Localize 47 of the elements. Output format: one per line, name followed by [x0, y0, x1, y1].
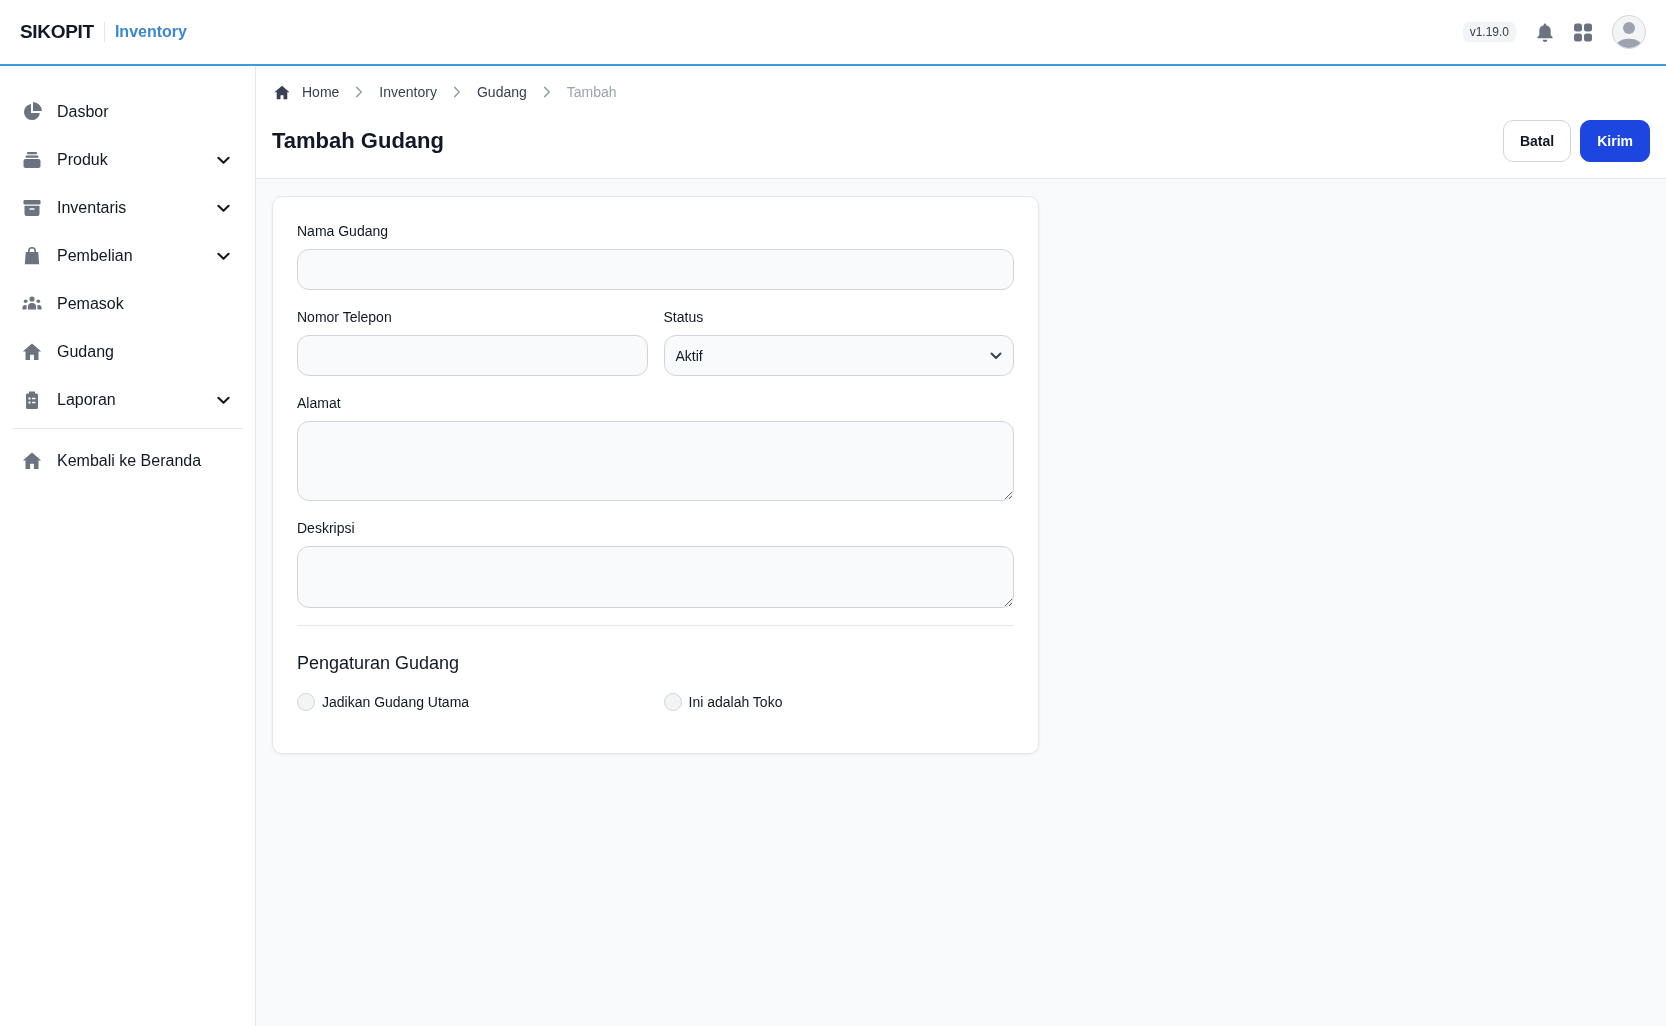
- field-label: Nama Gudang: [297, 222, 389, 241]
- stack-icon: [22, 150, 42, 170]
- breadcrumb-current-page: Tambah: [566, 84, 617, 100]
- chevron-down-icon: [990, 351, 1002, 360]
- bell-icon[interactable]: [1536, 22, 1554, 42]
- status-select[interactable]: Aktif: [663, 335, 1014, 376]
- page-title: Tambah Gudang: [272, 128, 444, 154]
- chevron-right-icon: [355, 86, 364, 98]
- input-field[interactable]: [297, 335, 648, 376]
- pie-chart-icon: [22, 102, 42, 122]
- chevron-right-icon: [542, 86, 551, 98]
- field-label: Status: [663, 308, 704, 327]
- shopping-bag-icon: [22, 246, 42, 266]
- avatar-icon[interactable]: [1612, 15, 1646, 49]
- cancel-button[interactable]: Batal: [1502, 120, 1572, 162]
- sidebar-item[interactable]: Inventaris: [12, 184, 243, 232]
- home-icon: [22, 342, 42, 362]
- option-label: Ini adalah Toko: [688, 694, 783, 710]
- submit-button[interactable]: Kirim: [1580, 120, 1650, 162]
- grid-icon[interactable]: [1574, 22, 1592, 42]
- archive-box-icon: [22, 198, 42, 218]
- sidebar-item[interactable]: Dasbor: [12, 88, 243, 136]
- breadcrumb-link[interactable]: Inventory: [379, 84, 437, 100]
- sidebar-item[interactable]: Pemasok: [12, 280, 243, 328]
- breadcrumb-link[interactable]: Gudang: [476, 84, 527, 100]
- chevron-right-icon: [452, 86, 461, 98]
- radio-button[interactable]: [297, 693, 315, 711]
- field-label: Nomor Telepon: [297, 308, 392, 327]
- app-logo: SIKOPIT: [20, 21, 94, 43]
- radio-button[interactable]: [663, 693, 682, 711]
- input-field[interactable]: [297, 249, 1014, 290]
- textarea-field[interactable]: [297, 421, 1014, 501]
- app-name: Inventory: [114, 23, 187, 41]
- section-heading: Pengaturan Gudang: [297, 652, 460, 675]
- breadcrumb-link[interactable]: Home: [302, 84, 340, 100]
- sidebar-item[interactable]: Laporan: [12, 376, 243, 424]
- home-icon: [274, 84, 290, 100]
- home-icon: [22, 451, 42, 471]
- version-badge: v1.19.0: [1462, 22, 1516, 42]
- sidebar-item[interactable]: Gudang: [12, 328, 243, 376]
- sidebar-item[interactable]: Kembali ke Beranda: [12, 437, 243, 485]
- sidebar-item[interactable]: Produk: [12, 136, 243, 184]
- field-label: Deskripsi: [297, 519, 355, 538]
- textarea-field[interactable]: [297, 546, 1014, 608]
- field-label: Alamat: [297, 394, 341, 413]
- sidebar-item[interactable]: Pembelian: [12, 232, 243, 280]
- option-label: Jadikan Gudang Utama: [322, 694, 470, 710]
